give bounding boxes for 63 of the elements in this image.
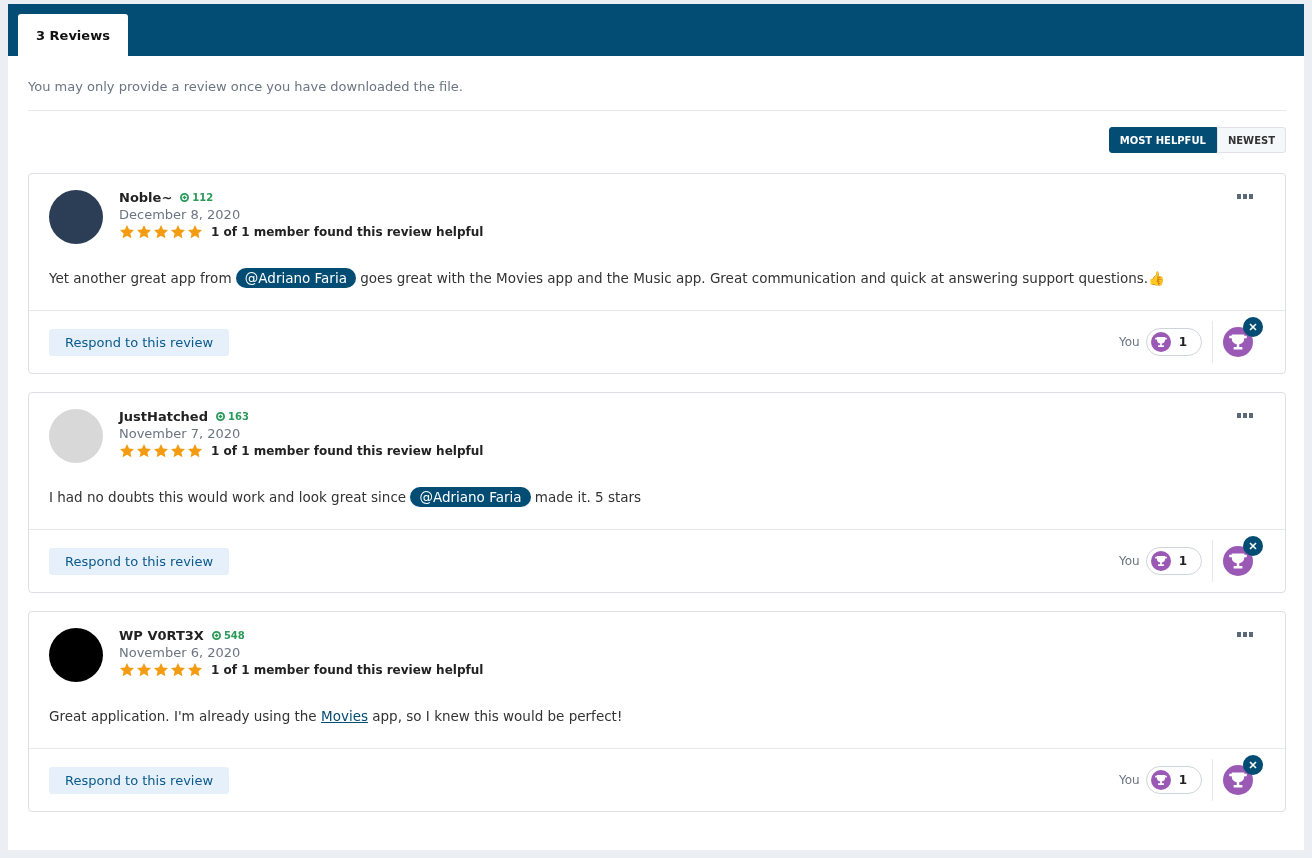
respond-button[interactable]: Respond to this review: [49, 766, 230, 794]
star-icon: [136, 443, 152, 459]
star-icon: [119, 224, 135, 240]
star-icon: [170, 224, 186, 240]
review-text: I had no doubts this would work and look great since @Adriano Faria made it. 5 stars: [29, 463, 1285, 530]
star-icon: [119, 662, 135, 678]
close-icon[interactable]: [1243, 755, 1263, 775]
author-name[interactable]: JustHatched: [119, 409, 208, 424]
mention-link[interactable]: @Adriano Faria: [410, 487, 531, 507]
trophy-icon: [1150, 551, 1171, 571]
reaction-button[interactable]: [1223, 755, 1265, 795]
reputation-badge: 163: [216, 411, 249, 422]
avatar[interactable]: [49, 190, 103, 244]
sort-button[interactable]: NEWEST: [1216, 127, 1286, 153]
more-options-icon[interactable]: [1237, 632, 1253, 638]
sort-button[interactable]: MOST HELPFUL: [1108, 127, 1217, 153]
star-icon: [187, 662, 203, 678]
reactor-name[interactable]: You: [1118, 554, 1140, 568]
reputation-badge: 112: [180, 192, 214, 203]
notice-text: You may only provide a review once you have downloaded the file.: [28, 56, 1286, 111]
reaction-count-button[interactable]: 1: [1145, 547, 1202, 575]
review-date: December 8, 2020: [119, 207, 242, 222]
star-icon: [170, 443, 186, 459]
reactor-name[interactable]: You: [1118, 773, 1140, 787]
star-icon: [136, 662, 152, 678]
close-icon[interactable]: [1243, 536, 1263, 556]
text-link[interactable]: Movies: [321, 708, 368, 724]
star-icon: [153, 662, 169, 678]
trophy-icon: [1223, 765, 1253, 795]
close-icon[interactable]: [1243, 317, 1263, 337]
trophy-icon: [1223, 546, 1253, 576]
star-icon: [153, 224, 169, 240]
trophy-icon: [1223, 327, 1253, 357]
author-name[interactable]: Noble~: [119, 190, 173, 205]
review-text: Great application. I'm already using the Movies app, so I knew this would be perfect!: [29, 682, 1285, 749]
tab[interactable]: 3 Reviews: [18, 14, 128, 56]
star-icon: [136, 224, 152, 240]
reactor-name[interactable]: You: [1118, 335, 1140, 349]
respond-button[interactable]: Respond to this review: [49, 547, 230, 575]
star-icon: [170, 662, 186, 678]
helpful-text: 1 of 1 member found this review helpful: [211, 663, 484, 677]
mention-link[interactable]: @Adriano Faria: [235, 268, 356, 288]
helpful-text: 1 of 1 member found this review helpful: [211, 225, 484, 239]
star-icon: [187, 224, 203, 240]
star-icon: [119, 443, 135, 459]
more-options-icon[interactable]: [1237, 194, 1253, 200]
reputation-badge: 548: [211, 630, 245, 641]
avatar[interactable]: [49, 628, 103, 682]
reaction-count-button[interactable]: 1: [1145, 766, 1202, 794]
more-options-icon[interactable]: [1237, 413, 1253, 419]
review-text: Yet another great app from @Adriano Faria goes great with the Movies app and the Music app. Great communication and quick at answering support questions.👍: [29, 244, 1285, 311]
trophy-icon: [1150, 332, 1171, 352]
helpful-text: 1 of 1 member found this review helpful: [211, 444, 484, 458]
author-name[interactable]: WP V0RT3X: [119, 628, 204, 643]
star-icon: [153, 443, 169, 459]
reaction-button[interactable]: [1223, 536, 1265, 576]
reaction-count-button[interactable]: 1: [1145, 328, 1202, 356]
review-date: November 6, 2020: [119, 645, 242, 660]
star-icon: [187, 443, 203, 459]
respond-button[interactable]: Respond to this review: [49, 328, 230, 356]
trophy-icon: [1150, 770, 1171, 790]
reaction-button[interactable]: [1223, 317, 1265, 357]
review-date: November 7, 2020: [119, 426, 242, 441]
